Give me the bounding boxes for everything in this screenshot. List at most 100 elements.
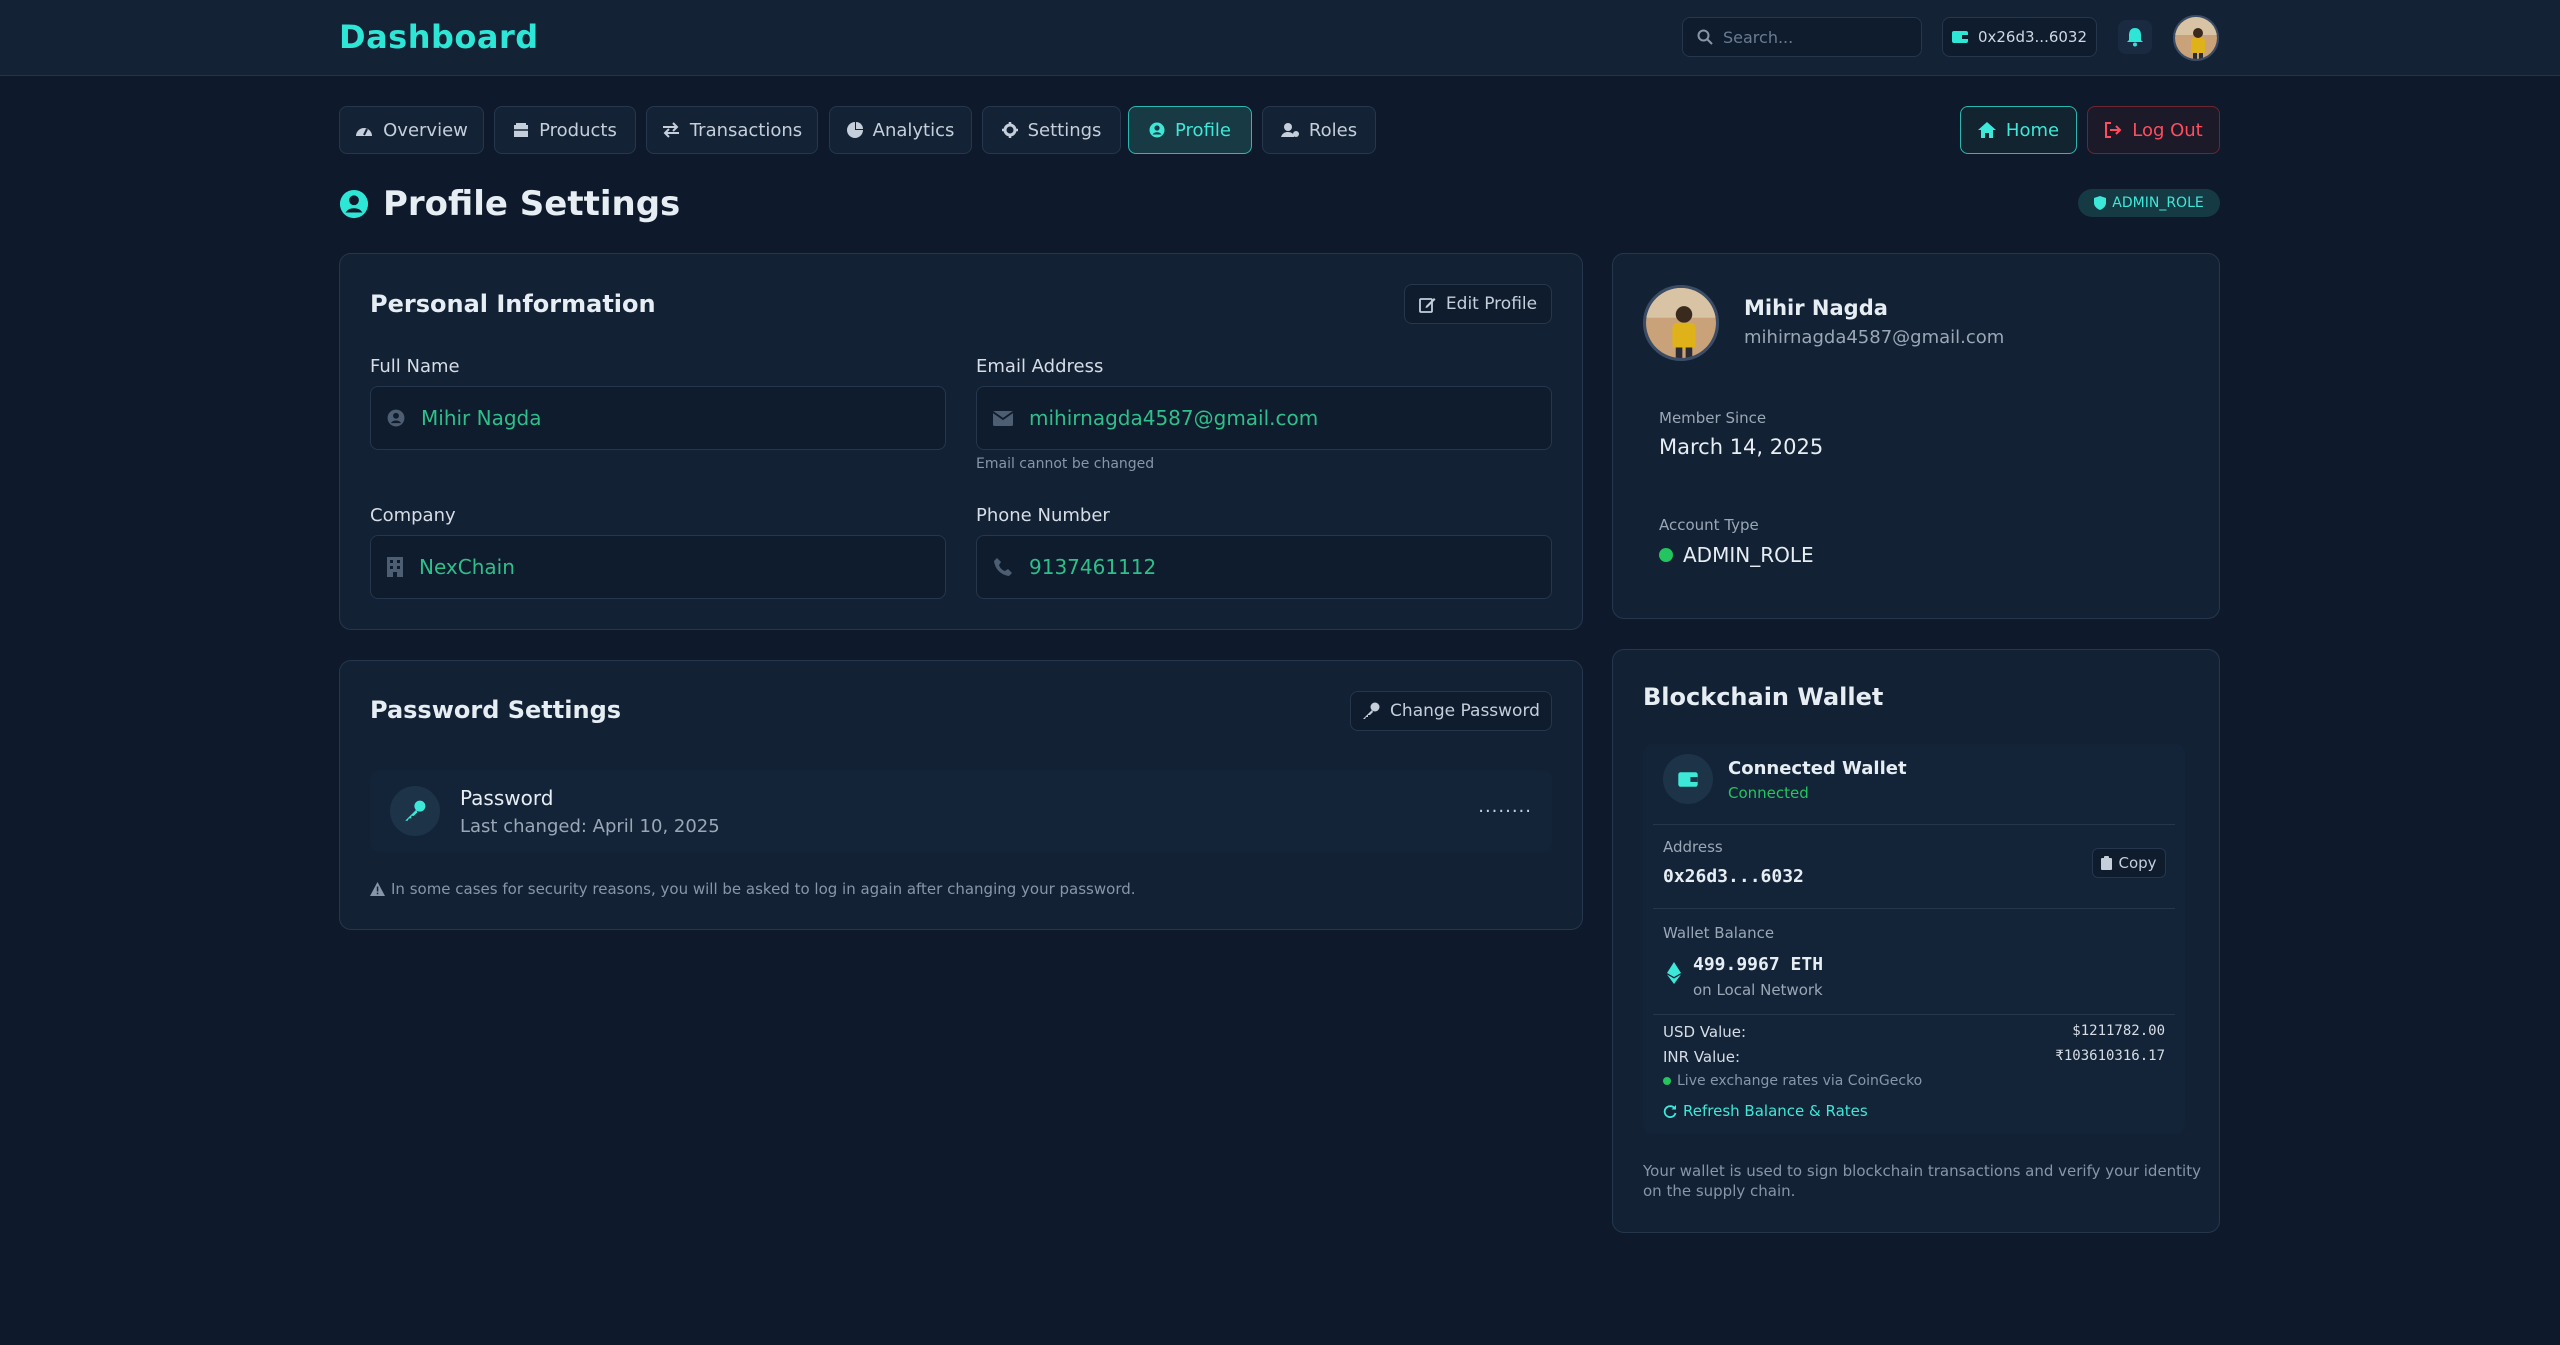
home-button-label: Home [2005,119,2060,141]
key-icon [1363,702,1380,719]
rates-note-text: Live exchange rates via CoinGecko [1677,1073,1923,1089]
edit-profile-button[interactable]: Edit Profile [1404,284,1552,324]
top-bar: Dashboard 0x26d3...6032 [0,0,2560,76]
wallet-details-panel: Connected Wallet Connected Address 0x26d… [1643,744,2185,1134]
tab-overview[interactable]: Overview [339,106,484,154]
bell-icon [2127,28,2143,47]
change-password-button[interactable]: Change Password [1350,691,1552,731]
box-icon [514,123,529,137]
account-type-label: Account Type [1659,516,1759,534]
wallet-network: on Local Network [1693,981,1823,999]
wallet-footer-note: Your wallet is used to sign blockchain t… [1643,1162,2201,1200]
company-field[interactable]: NexChain [370,535,946,599]
account-type-value: ADMIN_ROLE [1683,543,1814,567]
edit-icon [1419,297,1436,313]
exchange-icon [662,122,679,138]
copy-address-button[interactable]: Copy [2092,848,2166,878]
logout-icon [2105,122,2122,138]
profile-email: mihirnagda4587@gmail.com [1744,327,2005,348]
phone-field[interactable]: 9137461112 [976,535,1552,599]
email-field: mihirnagda4587@gmail.com [976,386,1552,450]
gear-icon [1001,122,1018,138]
divider [1653,908,2175,909]
wallet-address-pill[interactable]: 0x26d3...6032 [1942,17,2097,57]
user-circle-icon [339,189,369,219]
user-circle-icon [1149,122,1165,138]
member-since-label: Member Since [1659,409,1767,427]
wallet-address: 0x26d3...6032 [1663,866,1804,887]
ethereum-icon [1667,962,1681,984]
email-hint: Email cannot be changed [976,456,1155,472]
company-label: Company [370,505,456,526]
search-box[interactable] [1682,17,1922,57]
wallet-icon [1678,771,1698,787]
wallet-icon-circle [1663,754,1713,804]
tab-transactions[interactable]: Transactions [646,106,818,154]
address-label: Address [1663,838,1723,856]
change-password-label: Change Password [1390,701,1540,721]
clipboard-icon [2101,856,2113,870]
wallet-balance-label: Wallet Balance [1663,924,1775,942]
tab-profile[interactable]: Profile [1128,106,1252,154]
phone-label: Phone Number [976,505,1110,526]
copy-label: Copy [2118,854,2157,872]
full-name-value: Mihir Nagda [421,406,542,430]
tab-overview-label: Overview [383,119,468,141]
tab-roles-label: Roles [1308,119,1358,141]
status-dot-icon [1659,548,1673,562]
key-icon [405,800,426,821]
envelope-icon [993,410,1013,426]
pie-chart-icon [846,122,863,138]
company-value: NexChain [419,555,515,579]
password-row-title: Password [460,786,554,810]
home-button[interactable]: Home [1960,106,2077,154]
password-note: In some cases for security reasons, you … [370,880,1136,898]
tab-settings[interactable]: Settings [982,106,1121,154]
building-icon [387,557,403,577]
password-masked: ........ [1478,796,1532,817]
usd-label: USD Value: [1663,1023,1747,1041]
inr-value: ₹103610316.17 [2055,1048,2165,1064]
tab-products[interactable]: Products [494,106,636,154]
search-input[interactable] [1723,27,1903,47]
wallet-address-short: 0x26d3...6032 [1977,28,2088,46]
tab-analytics[interactable]: Analytics [829,106,972,154]
logout-button-label: Log Out [2132,119,2203,141]
inr-label: INR Value: [1663,1048,1741,1066]
wallet-card-title: Blockchain Wallet [1643,683,1884,711]
user-avatar[interactable] [2173,15,2219,61]
tab-analytics-label: Analytics [872,119,955,141]
divider [1653,1014,2175,1015]
refresh-label: Refresh Balance & Rates [1683,1102,1868,1120]
password-last-changed: Last changed: April 10, 2025 [460,816,720,837]
gauge-icon [356,128,373,136]
rates-note: Live exchange rates via CoinGecko [1663,1073,1922,1089]
account-type: ADMIN_ROLE [1659,543,1814,567]
tab-roles[interactable]: Roles [1262,106,1376,154]
password-row: Password Last changed: April 10, 2025 ..… [370,770,1552,852]
logout-button[interactable]: Log Out [2087,106,2220,154]
brand-title[interactable]: Dashboard [339,18,539,56]
email-label: Email Address [976,356,1104,377]
phone-icon [994,558,1012,576]
refresh-icon [1663,1105,1677,1118]
password-settings-title: Password Settings [370,696,622,724]
full-name-field[interactable]: Mihir Nagda [370,386,946,450]
connected-wallet-title: Connected Wallet [1728,758,1907,779]
user-tag-icon [1280,123,1299,137]
refresh-balance-link[interactable]: Refresh Balance & Rates [1663,1102,1868,1120]
user-circle-icon [387,409,405,427]
role-badge: ADMIN_ROLE [2078,189,2220,217]
profile-avatar [1643,285,1719,361]
wallet-balance: 499.9967 ETH [1693,954,1824,975]
full-name-label: Full Name [370,356,460,377]
personal-info-title: Personal Information [370,290,656,318]
tab-transactions-label: Transactions [689,119,803,141]
live-dot-icon [1663,1077,1671,1085]
tab-settings-label: Settings [1027,119,1102,141]
role-badge-label: ADMIN_ROLE [2112,195,2204,211]
password-icon-circle [390,786,440,836]
wallet-icon [1951,31,1968,43]
notifications-button[interactable] [2118,20,2152,54]
page-header: Profile Settings [339,184,680,224]
